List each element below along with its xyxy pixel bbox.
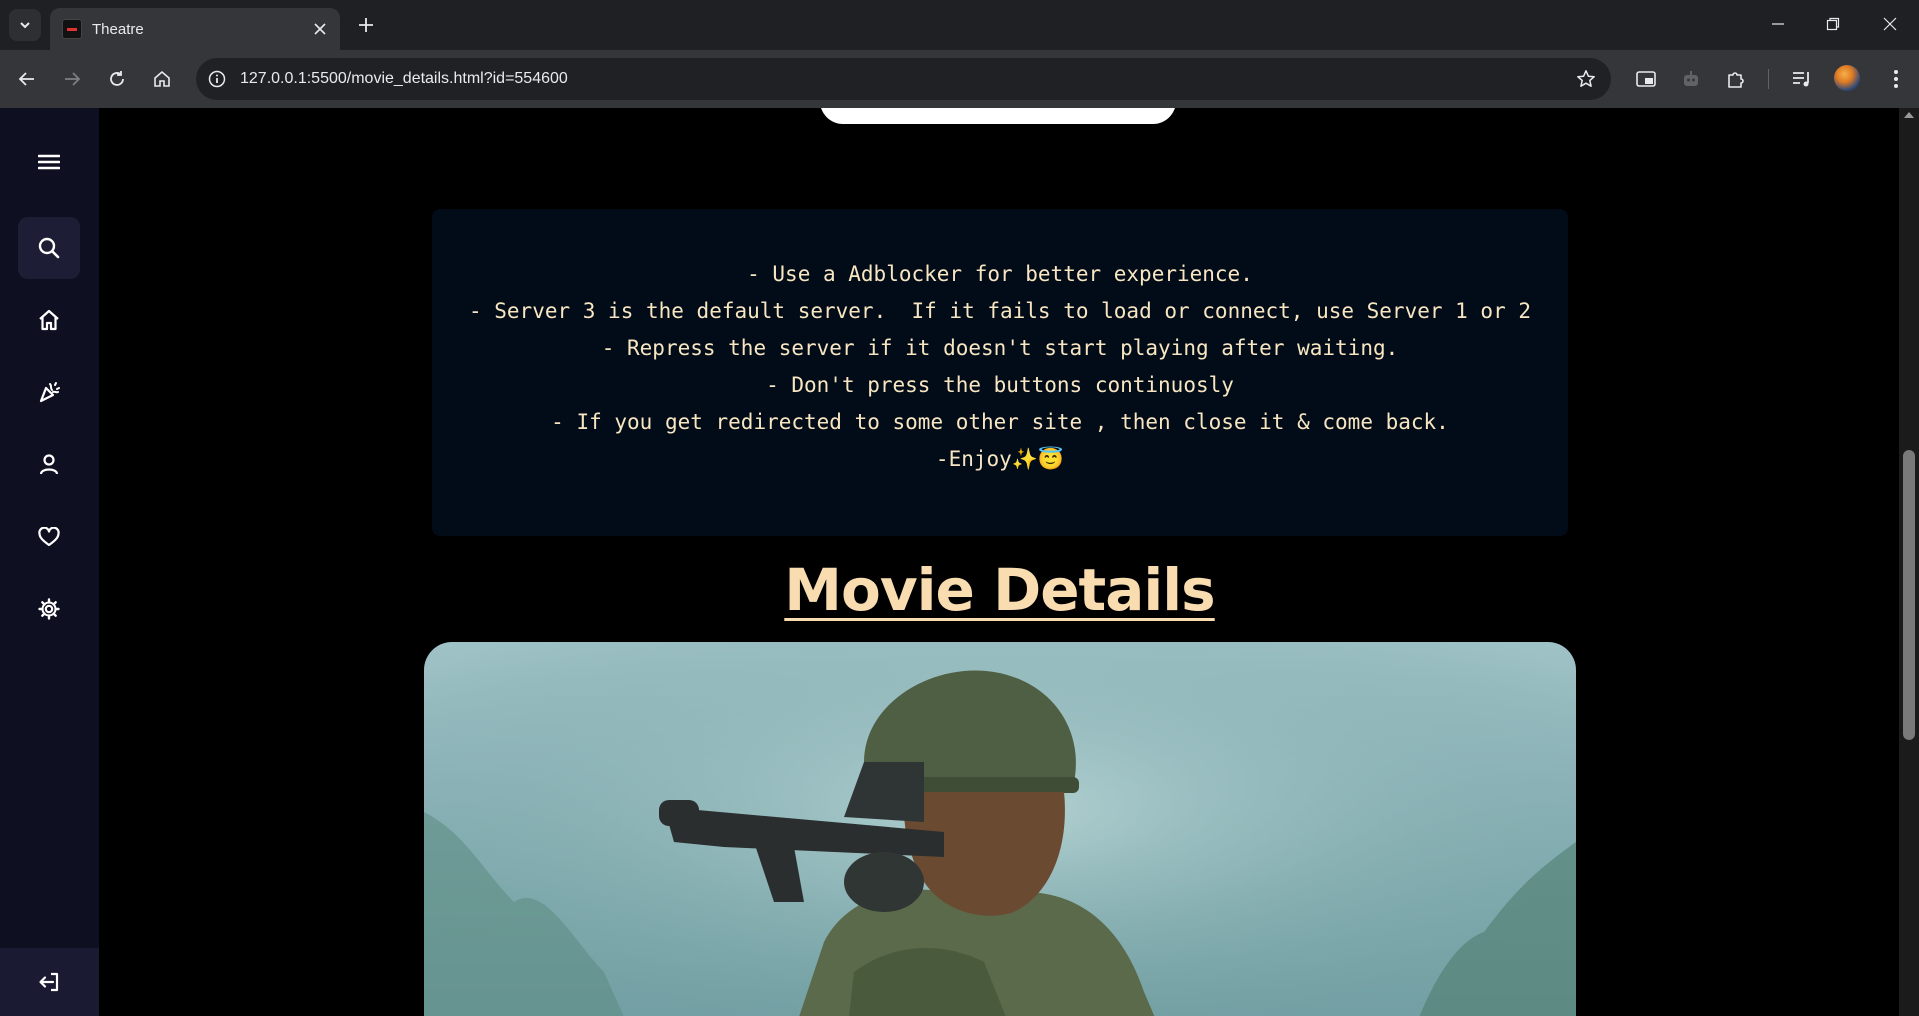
back-button[interactable] (11, 63, 43, 95)
top-partial-button[interactable] (820, 108, 1176, 124)
restore-icon (1826, 17, 1840, 31)
picture-in-picture-icon (1636, 71, 1656, 87)
forward-button[interactable] (56, 63, 88, 95)
tab-title: Theatre (92, 20, 144, 38)
info-icon (208, 70, 226, 88)
robot-icon (1684, 71, 1698, 86)
user-icon (39, 454, 59, 475)
new-tab-button[interactable] (352, 11, 380, 39)
browser-tab-bar: Theatre (0, 0, 1919, 50)
extension-robot-button[interactable] (1675, 63, 1707, 95)
page-scrollbar[interactable] (1899, 108, 1919, 1016)
restore-button[interactable] (1813, 8, 1853, 40)
picture-in-picture-button[interactable] (1630, 63, 1662, 95)
sidebar-footer (0, 948, 99, 1016)
tab-search-button[interactable] (9, 9, 41, 41)
star-icon (1577, 70, 1595, 87)
sidebar-item-search[interactable] (18, 217, 80, 279)
home-icon (39, 309, 59, 331)
site-favicon (62, 19, 82, 39)
party-popper-icon (39, 382, 60, 403)
plus-icon (359, 18, 373, 32)
toolbar-separator (1768, 69, 1769, 89)
more-vertical-icon (1894, 70, 1898, 88)
profile-avatar[interactable] (1834, 65, 1860, 91)
reload-icon (110, 71, 124, 86)
site-info-button[interactable] (202, 64, 232, 94)
scroll-thumb[interactable] (1903, 450, 1915, 740)
media-controls-button[interactable] (1786, 63, 1818, 95)
reload-button[interactable] (101, 63, 133, 95)
sidebar-item-genres[interactable] (18, 361, 80, 423)
notice-line: - Use a Adblocker for better experience. (747, 261, 1253, 286)
hamburger-icon (38, 154, 60, 170)
chevron-down-icon (20, 22, 30, 29)
bookmark-button[interactable] (1571, 64, 1601, 94)
heart-icon (38, 527, 60, 547)
address-bar[interactable]: 127.0.0.1:5500/movie_details.html?id=554… (196, 58, 1611, 100)
puzzle-icon (1728, 72, 1744, 88)
close-icon (1883, 17, 1897, 31)
movie-details-heading: Movie Details (784, 556, 1215, 624)
notice-line: -Enjoy✨😇 (935, 446, 1065, 471)
browser-toolbar: 127.0.0.1:5500/movie_details.html?id=554… (0, 50, 1919, 108)
home-button[interactable] (146, 63, 178, 95)
movie-poster (424, 642, 1576, 1016)
home-icon (154, 70, 170, 87)
url-text: 127.0.0.1:5500/movie_details.html?id=554… (240, 70, 568, 87)
browser-menu-button[interactable] (1880, 63, 1912, 95)
sidebar-item-logout[interactable] (18, 951, 80, 1013)
arrow-right-icon (65, 72, 81, 86)
notice-line: - Repress the server if it doesn't start… (601, 335, 1399, 360)
minimize-icon (1772, 23, 1784, 25)
notice-line: - Server 3 is the default server. If it … (468, 298, 1532, 323)
arrow-left-icon (18, 72, 34, 86)
notice-line: - Don't press the buttons continuosly (766, 372, 1234, 397)
close-window-button[interactable] (1870, 8, 1910, 40)
extensions-button[interactable] (1720, 63, 1752, 95)
scroll-up-arrow[interactable] (1904, 112, 1914, 118)
close-icon (314, 23, 326, 35)
logout-icon (39, 972, 59, 992)
close-tab-button[interactable] (310, 19, 330, 39)
sidebar-menu-toggle[interactable] (18, 131, 80, 193)
minimize-button[interactable] (1758, 8, 1798, 40)
search-icon (38, 237, 60, 259)
playlist-icon (1793, 72, 1809, 87)
notice-line: - If you get redirected to some other si… (551, 409, 1449, 434)
browser-tab-theatre[interactable]: Theatre (50, 8, 340, 50)
sidebar-item-profile[interactable] (18, 433, 80, 495)
page-viewport: - Use a Adblocker for better experience.… (0, 108, 1919, 1016)
server-notice-box: - Use a Adblocker for better experience.… (432, 209, 1568, 536)
poster-artwork (424, 642, 1576, 1016)
sidebar-item-home[interactable] (18, 289, 80, 351)
